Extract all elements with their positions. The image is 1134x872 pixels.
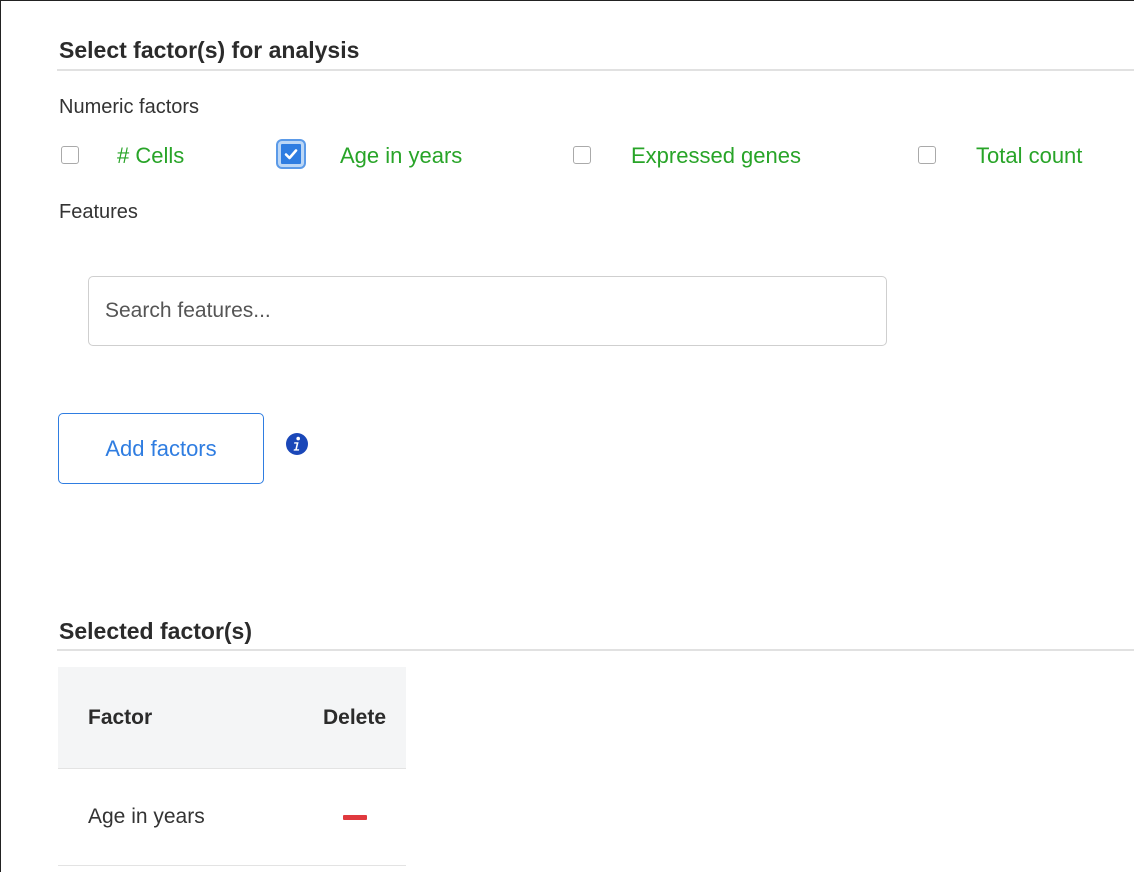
column-header-delete: Delete: [303, 667, 406, 769]
table-row: Age in years: [58, 768, 406, 866]
checkbox-label-age-in-years[interactable]: Age in years: [340, 143, 462, 169]
column-header-factor: Factor: [58, 667, 303, 769]
selected-section-title: Selected factor(s): [59, 618, 253, 644]
add-factors-button[interactable]: Add factors: [58, 413, 264, 484]
checkbox-expressed-genes[interactable]: [573, 146, 591, 164]
minus-icon[interactable]: [342, 814, 367, 820]
panel-frame: Select factor(s) for analysis Numeric fa…: [0, 0, 1134, 872]
checkbox-cells[interactable]: [61, 146, 79, 164]
checkbox-age-in-years[interactable]: [278, 141, 304, 167]
numeric-factors-label: Numeric factors: [59, 96, 200, 118]
info-circle-icon[interactable]: [285, 432, 309, 456]
delete-cell: [303, 768, 406, 866]
features-label: Features: [59, 201, 138, 223]
search-features-box: [88, 276, 887, 346]
checkbox-total-count[interactable]: [918, 146, 936, 164]
section-divider: [57, 649, 1134, 651]
table-header-row: Factor Delete: [58, 667, 406, 769]
section-divider: [57, 69, 1134, 71]
checkmark-icon: [284, 149, 298, 160]
checkbox-label-expressed-genes[interactable]: Expressed genes: [631, 143, 801, 169]
checkbox-label-total-count[interactable]: Total count: [976, 143, 1082, 169]
selected-factors-table: Factor Delete Age in years: [58, 667, 406, 866]
factor-cell: Age in years: [58, 768, 303, 866]
checkbox-label-cells[interactable]: # Cells: [117, 143, 184, 169]
search-features-input[interactable]: [89, 277, 886, 345]
analysis-section-title: Select factor(s) for analysis: [59, 37, 360, 63]
